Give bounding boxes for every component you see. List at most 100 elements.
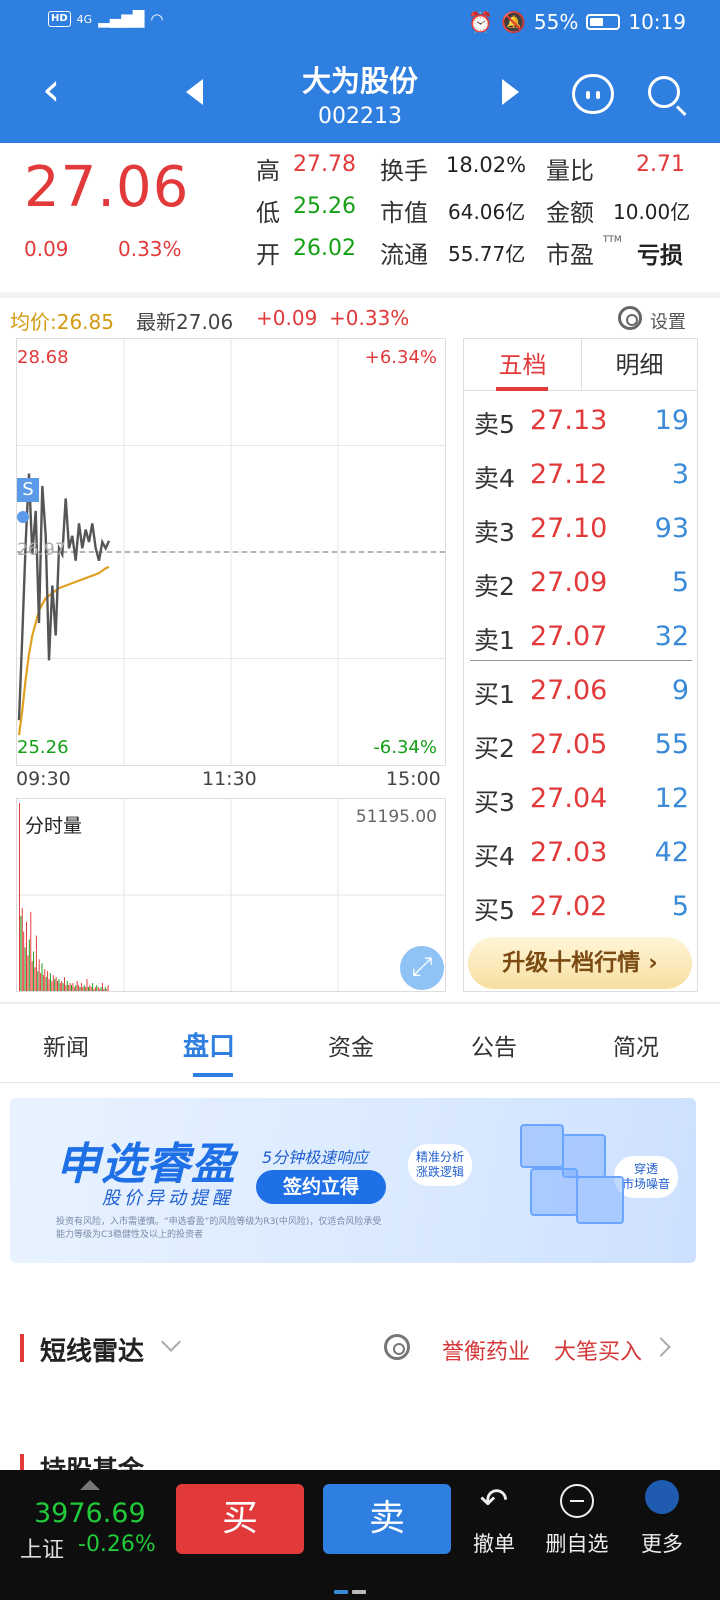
volume-bar bbox=[62, 983, 64, 991]
level-label: 卖3 bbox=[474, 518, 515, 547]
settings-label[interactable]: 设置 bbox=[650, 308, 686, 334]
signal-indicator: 4G bbox=[76, 12, 93, 26]
volume-bar bbox=[107, 985, 109, 991]
radar-settings-icon[interactable] bbox=[384, 1334, 410, 1360]
tab-profile[interactable]: 简况 bbox=[576, 1028, 696, 1062]
chart-bottom-pct: -6.34% bbox=[373, 737, 437, 758]
turnover-label: 换手 bbox=[380, 157, 428, 185]
marker-dot bbox=[17, 511, 29, 523]
level-label: 买2 bbox=[474, 734, 515, 763]
trade-marker[interactable]: S bbox=[17, 478, 39, 502]
expand-icon[interactable] bbox=[400, 946, 444, 990]
status-bar-right: ⏰ 🔕 55% 10:19 bbox=[468, 10, 686, 34]
current-price: 27.06 bbox=[24, 155, 190, 220]
level-price: 27.05 bbox=[530, 729, 608, 760]
more-icon[interactable] bbox=[645, 1480, 679, 1514]
next-stock-icon[interactable] bbox=[502, 79, 519, 105]
radar-event[interactable]: 大笔买入 bbox=[554, 1334, 642, 1366]
ask-row[interactable]: 卖3 27.10 93 bbox=[464, 501, 697, 555]
ask-row[interactable]: 卖5 27.13 19 bbox=[464, 393, 697, 447]
volume-bar bbox=[68, 985, 70, 991]
ask-row[interactable]: 卖1 27.07 32 bbox=[464, 609, 697, 663]
bid-row[interactable]: 买1 27.06 9 bbox=[464, 663, 697, 717]
volume-bar bbox=[27, 955, 29, 991]
tab-details[interactable]: 明细 bbox=[581, 339, 697, 391]
battery-text: 55% bbox=[533, 10, 579, 34]
bid-row[interactable]: 买2 27.05 55 bbox=[464, 717, 697, 771]
chat-icon[interactable] bbox=[572, 74, 614, 114]
latest-change: +0.09 bbox=[256, 306, 318, 330]
volume-bar bbox=[72, 983, 74, 991]
volume-bar bbox=[78, 985, 80, 991]
turnover-value: 18.02% bbox=[446, 153, 527, 177]
expand-up-icon[interactable] bbox=[80, 1480, 100, 1490]
tab-quote[interactable]: 盘口 bbox=[149, 1026, 269, 1063]
volume-chart[interactable]: 分时量 51195.00 bbox=[16, 798, 446, 992]
time-label-open: 09:30 bbox=[16, 768, 71, 790]
remove-watchlist-icon[interactable] bbox=[560, 1484, 594, 1518]
avg-price: 均价:26.85 bbox=[10, 310, 114, 334]
alarm-icon: ⏰ bbox=[468, 10, 493, 34]
settings-icon[interactable] bbox=[618, 306, 642, 330]
level-volume: 5 bbox=[671, 567, 689, 598]
index-value[interactable]: 3976.69 bbox=[34, 1498, 146, 1529]
intraday-chart[interactable]: 28.68 +6.34% 25.26 -6.34% 26.97 S bbox=[16, 338, 446, 766]
cancel-order-button[interactable]: 撤单 bbox=[449, 1528, 539, 1558]
undo-icon[interactable]: ↶ bbox=[477, 1484, 511, 1518]
chevron-down-icon[interactable] bbox=[161, 1332, 181, 1352]
volume-bar bbox=[66, 981, 68, 991]
remove-watchlist-button[interactable]: 删自选 bbox=[532, 1528, 622, 1558]
ask-row[interactable]: 卖4 27.12 3 bbox=[464, 447, 697, 501]
upgrade-ten-levels-button[interactable]: 升级十档行情 › bbox=[468, 937, 692, 989]
banner-brand: 申选睿盈 bbox=[56, 1139, 236, 1190]
intraday-chart-svg bbox=[17, 339, 445, 765]
amount-label: 金额 bbox=[546, 199, 594, 227]
search-icon[interactable] bbox=[648, 76, 680, 108]
volume-bar bbox=[21, 907, 23, 991]
volume-bar bbox=[20, 915, 22, 991]
banner-speed: 5分钟极速响应 bbox=[262, 1148, 369, 1167]
tab-five-levels[interactable]: 五档 bbox=[464, 339, 581, 391]
volume-bar bbox=[69, 983, 71, 991]
level-price: 27.06 bbox=[530, 675, 608, 706]
level-label: 买3 bbox=[474, 788, 515, 817]
level-price: 27.02 bbox=[530, 891, 608, 922]
bid-row[interactable]: 买3 27.04 12 bbox=[464, 771, 697, 825]
tab-news[interactable]: 新闻 bbox=[6, 1028, 126, 1062]
ask-row[interactable]: 卖2 27.09 5 bbox=[464, 555, 697, 609]
volume-bar bbox=[71, 985, 72, 991]
radar-stock[interactable]: 誉衡药业 bbox=[442, 1334, 530, 1366]
ask-bid-divider bbox=[470, 660, 692, 661]
volume-bar bbox=[99, 989, 101, 991]
volume-bar bbox=[23, 931, 25, 991]
tab-funds[interactable]: 资金 bbox=[291, 1028, 411, 1062]
tab-announcements[interactable]: 公告 bbox=[434, 1028, 554, 1062]
order-book-tabs: 五档 明细 bbox=[464, 339, 697, 391]
hd-badge: HD bbox=[48, 11, 71, 27]
quote-panel: 27.06 0.09 0.33% 高 27.78 低 25.26 开 26.02… bbox=[0, 143, 720, 293]
banner-signup-button[interactable]: 签约立得 bbox=[256, 1170, 386, 1204]
volume-bar bbox=[42, 975, 44, 991]
volume-bar bbox=[61, 981, 63, 991]
sell-button[interactable]: 卖 bbox=[323, 1484, 451, 1554]
more-button[interactable]: 更多 bbox=[617, 1528, 707, 1558]
amount-value: 10.00亿 bbox=[613, 200, 691, 224]
buy-button[interactable]: 买 bbox=[176, 1484, 304, 1554]
volume-bar bbox=[102, 983, 103, 991]
bid-row[interactable]: 买5 27.02 5 bbox=[464, 879, 697, 933]
low-label: 低 bbox=[256, 199, 280, 227]
float-value: 55.77亿 bbox=[448, 242, 526, 266]
level-label: 买5 bbox=[474, 896, 515, 925]
banner-subtitle: 股价异动提醒 bbox=[102, 1188, 234, 1209]
price-change-pct: 0.33% bbox=[118, 237, 182, 261]
level-price: 27.09 bbox=[530, 567, 608, 598]
index-name: 上证 bbox=[20, 1538, 65, 1563]
volume-max: 51195.00 bbox=[355, 807, 437, 827]
volume-bar bbox=[94, 987, 96, 991]
chevron-right-icon[interactable] bbox=[651, 1337, 671, 1357]
volume-bar bbox=[28, 939, 30, 991]
volume-bar bbox=[55, 977, 57, 991]
bid-row[interactable]: 买4 27.03 42 bbox=[464, 825, 697, 879]
open-label: 开 bbox=[256, 241, 280, 269]
promo-banner[interactable]: 申选睿盈 股价异动提醒 5分钟极速响应 签约立得 投资有风险，入市需谨慎。“申选… bbox=[10, 1098, 696, 1263]
